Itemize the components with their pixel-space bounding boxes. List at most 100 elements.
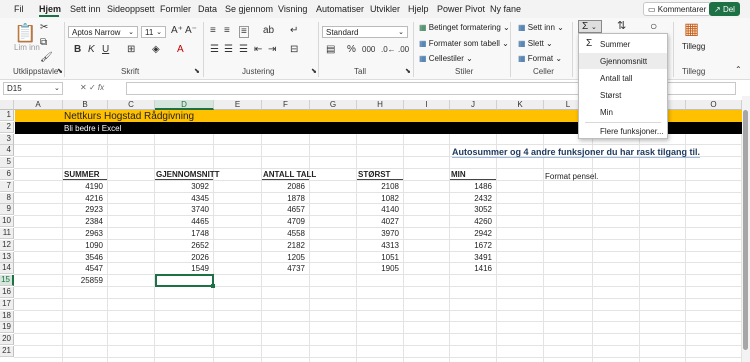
namebox-dropdown-icon[interactable]: ⌄ — [54, 84, 60, 94]
column-header[interactable]: C — [108, 100, 155, 110]
font-size-select[interactable]: 11 ⌄ — [141, 26, 166, 38]
data-cell[interactable]: 4140 — [357, 204, 399, 215]
data-cell[interactable]: 2923 — [63, 204, 103, 215]
wrap-text-icon[interactable]: ↵ — [290, 26, 298, 36]
align-middle-icon[interactable]: ≡ — [224, 26, 230, 36]
data-cell[interactable]: 4547 — [63, 263, 103, 274]
confirm-icon[interactable]: ✓ — [89, 83, 96, 92]
row-header[interactable]: 14 — [0, 263, 14, 275]
cut-icon[interactable]: ✂ — [40, 23, 48, 33]
conditional-formatting-button[interactable]: ▦ Betinget formatering ⌄ — [419, 23, 510, 33]
data-cell[interactable]: 1205 — [262, 252, 305, 263]
row-header[interactable]: 5 — [0, 157, 14, 169]
row-header[interactable]: 15 — [0, 275, 14, 287]
data-cell[interactable]: 4657 — [262, 204, 305, 215]
active-cell-selection[interactable] — [155, 274, 214, 287]
grow-font-icon[interactable]: A⁺ — [171, 26, 183, 36]
tab-power-pivot[interactable]: Power Pivot — [437, 4, 485, 14]
data-cell[interactable]: 1082 — [357, 193, 399, 204]
column-header[interactable]: H — [357, 100, 404, 110]
insert-cells-button[interactable]: ▦ Sett inn ⌄ — [518, 23, 564, 33]
row-header[interactable]: 19 — [0, 322, 14, 334]
alignment-launcher-icon[interactable]: ⬊ — [311, 67, 317, 77]
data-cell[interactable]: 1905 — [357, 263, 399, 274]
column-header[interactable]: I — [404, 100, 450, 110]
data-cell[interactable]: 1416 — [450, 263, 492, 274]
font-color-icon[interactable]: A — [177, 45, 184, 55]
row-header[interactable]: 20 — [0, 334, 14, 346]
tab-page-layout[interactable]: Sideoppsett — [107, 4, 155, 14]
tab-file[interactable]: Fil — [14, 4, 24, 14]
data-cell[interactable]: 4709 — [262, 216, 305, 227]
align-left-icon[interactable]: ☰ — [210, 45, 219, 55]
data-cell[interactable]: 4260 — [450, 216, 492, 227]
data-cell[interactable]: 2108 — [357, 181, 399, 192]
row-header[interactable]: 7 — [0, 180, 14, 192]
data-cell[interactable]: 2942 — [450, 228, 492, 239]
addins-icon[interactable]: ▦ — [684, 22, 699, 38]
increase-decimal-icon[interactable]: .0← — [381, 45, 396, 55]
accounting-format-icon[interactable]: ▤ — [326, 45, 335, 55]
decrease-decimal-icon[interactable]: .00 — [398, 45, 409, 55]
tab-home[interactable]: Hjem — [39, 4, 61, 14]
column-header[interactable]: B — [63, 100, 108, 110]
row-header[interactable]: 6 — [0, 169, 14, 180]
row-header[interactable]: 3 — [0, 133, 14, 145]
data-cell[interactable]: 3546 — [63, 252, 103, 263]
tab-help[interactable]: Hjelp — [408, 4, 429, 14]
row-header[interactable]: 11 — [0, 228, 14, 239]
total-cell[interactable]: 25859 — [63, 275, 103, 286]
menu-item-min[interactable]: Min — [579, 104, 667, 120]
data-cell[interactable]: 2086 — [262, 181, 305, 192]
data-cell[interactable]: 3740 — [155, 204, 209, 215]
data-cell[interactable]: 4737 — [262, 263, 305, 274]
column-header[interactable]: O — [686, 100, 742, 110]
tab-developer[interactable]: Utvikler — [370, 4, 400, 14]
data-cell[interactable]: 4465 — [155, 216, 209, 227]
data-cell[interactable]: 4027 — [357, 216, 399, 227]
fill-color-icon[interactable]: ◈ — [152, 45, 160, 55]
data-cell[interactable]: 4313 — [357, 240, 399, 251]
row-header[interactable]: 21 — [0, 346, 14, 357]
scrollbar-thumb[interactable] — [743, 110, 748, 350]
number-launcher-icon[interactable]: ⬊ — [405, 67, 411, 77]
row-header[interactable]: 13 — [0, 251, 14, 263]
data-cell[interactable]: 4216 — [63, 193, 103, 204]
data-cell[interactable]: 2652 — [155, 240, 209, 251]
data-cell[interactable]: 4345 — [155, 193, 209, 204]
column-header[interactable]: G — [310, 100, 357, 110]
column-header[interactable]: A — [14, 100, 63, 110]
align-right-icon[interactable]: ☰ — [239, 45, 248, 55]
data-cell[interactable]: 4190 — [63, 181, 103, 192]
italic-icon[interactable]: K — [88, 45, 95, 55]
tab-formulas[interactable]: Formler — [160, 4, 191, 14]
data-cell[interactable]: 2432 — [450, 193, 492, 204]
row-header[interactable]: 12 — [0, 239, 14, 251]
row-header[interactable]: 17 — [0, 298, 14, 310]
comma-style-icon[interactable]: 000 — [362, 45, 375, 55]
share-button[interactable]: ↗ Del — [709, 2, 740, 16]
tab-review[interactable]: Se gjennom — [225, 4, 273, 14]
align-top-icon[interactable]: ≡ — [210, 26, 216, 36]
font-launcher-icon[interactable]: ⬊ — [194, 67, 200, 77]
row-header[interactable]: 18 — [0, 310, 14, 322]
fill-handle[interactable] — [211, 284, 215, 288]
data-cell[interactable]: 1878 — [262, 193, 305, 204]
data-cell[interactable]: 2963 — [63, 228, 103, 239]
collapse-ribbon-icon[interactable]: ⌃ — [735, 65, 742, 75]
fx-icon[interactable]: fx — [98, 83, 104, 92]
autosum-button[interactable]: Σ ⌄ — [578, 20, 602, 33]
addins-button-label[interactable]: Tillegg — [682, 42, 705, 52]
data-cell[interactable]: 2182 — [262, 240, 305, 251]
borders-icon[interactable]: ⊞ — [127, 45, 135, 55]
comments-button[interactable]: ▭ Kommentarer — [643, 2, 712, 16]
paste-icon[interactable]: 📋 — [14, 24, 36, 42]
shrink-font-icon[interactable]: A⁻ — [185, 26, 197, 36]
data-cell[interactable]: 1486 — [450, 181, 492, 192]
data-cell[interactable]: 1051 — [357, 252, 399, 263]
format-as-table-button[interactable]: ▦ Formater som tabell ⌄ — [419, 39, 509, 49]
data-cell[interactable]: 1672 — [450, 240, 492, 251]
column-header[interactable]: J — [450, 100, 497, 110]
find-select-icon[interactable]: ○ — [650, 20, 657, 32]
menu-item-count[interactable]: Antall tall — [579, 70, 667, 86]
